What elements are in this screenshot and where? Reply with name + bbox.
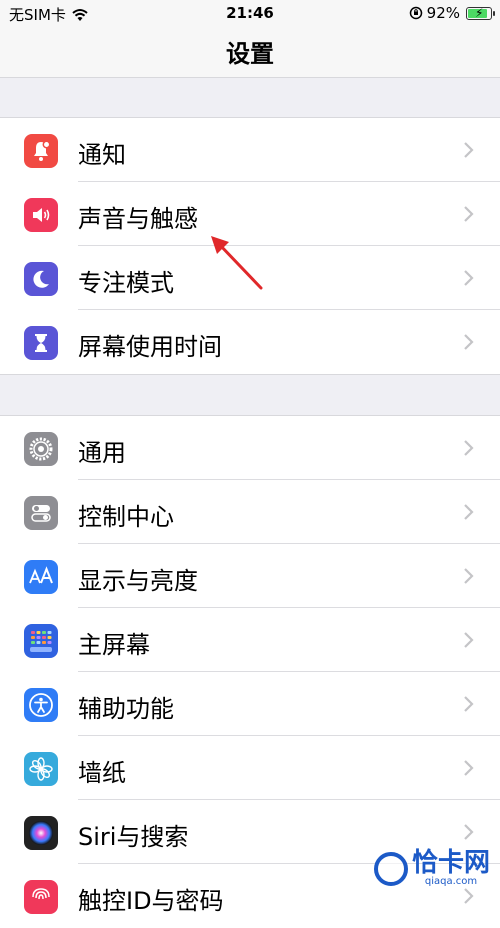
- settings-row-label: 通用: [78, 439, 126, 467]
- hourglass-icon: [24, 326, 58, 360]
- toggles-icon: [24, 496, 58, 530]
- settings-row-display-brightness[interactable]: 显示与亮度: [0, 544, 500, 608]
- settings-row-label: 声音与触感: [78, 205, 198, 233]
- siri-icon: [24, 816, 58, 850]
- settings-row-general[interactable]: 通用: [0, 416, 500, 480]
- text-size-icon: [24, 560, 58, 594]
- settings-row-label: 通知: [78, 141, 126, 169]
- settings-row-focus[interactable]: 专注模式: [0, 246, 500, 310]
- settings-row-label: 主屏幕: [78, 631, 150, 659]
- watermark-logo: 恰卡网 qiaqa.com: [373, 848, 490, 887]
- accessibility-icon: [24, 688, 58, 722]
- chevron-right-icon: [464, 888, 474, 904]
- orientation-lock-icon: [409, 6, 422, 20]
- settings-row-label: 屏幕使用时间: [78, 333, 222, 361]
- chevron-right-icon: [464, 440, 474, 456]
- page-title: 设置: [226, 40, 274, 68]
- settings-row-label: 显示与亮度: [78, 567, 198, 595]
- watermark-name: 恰卡网: [411, 848, 490, 878]
- chevron-right-icon: [464, 142, 474, 158]
- chevron-right-icon: [464, 334, 474, 350]
- chevron-right-icon: [464, 270, 474, 286]
- settings-row-home-screen[interactable]: 主屏幕: [0, 608, 500, 672]
- settings-row-label: 专注模式: [78, 269, 174, 297]
- settings-row-label: 墙纸: [78, 759, 126, 787]
- bell-icon: [24, 134, 58, 168]
- settings-row-sounds-haptics[interactable]: 声音与触感: [0, 182, 500, 246]
- settings-row-label: 触控ID与密码: [78, 887, 224, 915]
- settings-row-screen-time[interactable]: 屏幕使用时间: [0, 310, 500, 374]
- settings-row-control-center[interactable]: 控制中心: [0, 480, 500, 544]
- flower-icon: [24, 752, 58, 786]
- settings-row-label: 控制中心: [78, 503, 174, 531]
- settings-row-wallpaper[interactable]: 墙纸: [0, 736, 500, 800]
- settings-group-1: 通知 声音与触感 专注模式 屏幕使用时间: [0, 117, 500, 375]
- chevron-right-icon: [464, 824, 474, 840]
- chevron-right-icon: [464, 632, 474, 648]
- moon-icon: [24, 262, 58, 296]
- navigation-bar: 设置: [0, 26, 500, 78]
- gear-icon: [24, 432, 58, 466]
- settings-row-label: 辅助功能: [78, 695, 174, 723]
- home-grid-icon: [24, 624, 58, 658]
- status-right: 92% ⚡: [409, 4, 495, 22]
- settings-row-notifications[interactable]: 通知: [0, 118, 500, 182]
- chevron-right-icon: [464, 568, 474, 584]
- speaker-icon: [24, 198, 58, 232]
- status-bar: 无SIM卡 21:46 92% ⚡: [0, 0, 500, 26]
- watermark-circle-icon: [373, 851, 408, 886]
- chevron-right-icon: [464, 206, 474, 222]
- battery-percent: 92%: [426, 4, 460, 22]
- charging-bolt-icon: ⚡: [475, 5, 484, 20]
- chevron-right-icon: [464, 760, 474, 776]
- settings-row-label: Siri与搜索: [78, 823, 189, 851]
- settings-row-accessibility[interactable]: 辅助功能: [0, 672, 500, 736]
- chevron-right-icon: [464, 696, 474, 712]
- battery-icon: ⚡: [466, 5, 495, 20]
- chevron-right-icon: [464, 504, 474, 520]
- fingerprint-icon: [24, 880, 58, 914]
